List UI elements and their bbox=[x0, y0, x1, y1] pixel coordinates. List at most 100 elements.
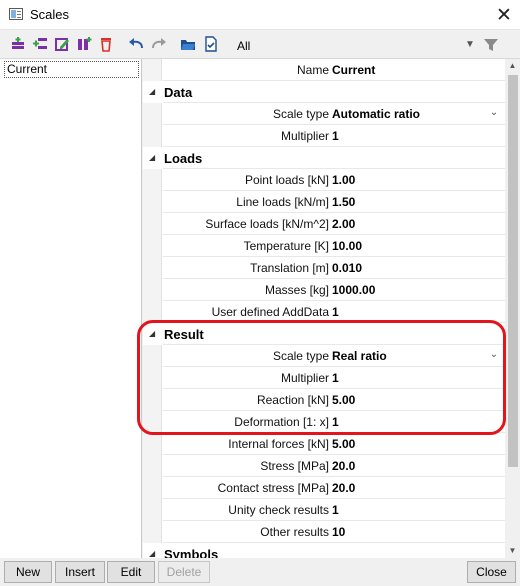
prop-value[interactable]: Real ratio bbox=[332, 349, 387, 363]
group-loads[interactable]: ◢ Loads bbox=[143, 147, 505, 169]
collapse-triangle-icon[interactable]: ◢ bbox=[149, 549, 155, 558]
prop-value[interactable]: 1 bbox=[332, 305, 339, 319]
prop-value[interactable]: 1000.00 bbox=[332, 283, 375, 297]
scales-list: Current bbox=[0, 59, 142, 558]
new-button[interactable]: New bbox=[4, 561, 52, 583]
prop-label: Reaction [kN] bbox=[256, 393, 329, 407]
prop-value[interactable]: 10.00 bbox=[332, 239, 362, 253]
prop-label: Scale type bbox=[272, 349, 329, 363]
filter-select-value[interactable]: All bbox=[237, 39, 250, 53]
toolbar: All ▼ bbox=[0, 31, 520, 59]
undo-icon[interactable] bbox=[128, 36, 144, 52]
prop-row-masses[interactable]: Masses [kg] 1000.00 bbox=[143, 279, 505, 301]
group-data[interactable]: ◢ Data bbox=[143, 81, 505, 103]
check-document-icon[interactable] bbox=[203, 36, 219, 52]
redo-icon[interactable] bbox=[151, 36, 167, 52]
prop-row-surface-loads[interactable]: Surface loads [kN/m^2] 2.00 bbox=[143, 213, 505, 235]
dropdown-chevron-icon[interactable]: ⌄ bbox=[487, 106, 501, 120]
insert-item-icon[interactable] bbox=[32, 36, 48, 52]
group-title: Loads bbox=[164, 151, 203, 166]
group-title: Data bbox=[164, 85, 193, 100]
property-grid-scrollbar[interactable]: ▲ ▼ bbox=[505, 59, 520, 558]
prop-label: Translation [m] bbox=[250, 261, 329, 275]
collapse-triangle-icon[interactable]: ◢ bbox=[149, 87, 155, 96]
prop-row-line-loads[interactable]: Line loads [kN/m] 1.50 bbox=[143, 191, 505, 213]
prop-label: Stress [MPa] bbox=[260, 459, 329, 473]
group-symbols[interactable]: ◢ Symbols bbox=[143, 543, 505, 558]
prop-label: Multiplier bbox=[280, 129, 329, 143]
prop-label: Other results bbox=[260, 525, 329, 539]
prop-label: Surface loads [kN/m^2] bbox=[205, 217, 329, 231]
prop-label: Line loads [kN/m] bbox=[236, 195, 329, 209]
filter-funnel-icon[interactable] bbox=[483, 37, 499, 53]
prop-label: Scale type bbox=[272, 107, 329, 121]
group-title: Symbols bbox=[164, 547, 219, 558]
prop-row-data-multiplier[interactable]: Multiplier 1 bbox=[143, 125, 505, 147]
prop-label: Multiplier bbox=[280, 371, 329, 385]
prop-row-user-adddata[interactable]: User defined AddData 1 bbox=[143, 301, 505, 323]
prop-row-temperature[interactable]: Temperature [K] 10.00 bbox=[143, 235, 505, 257]
window-title: Scales bbox=[30, 7, 70, 22]
new-item-icon[interactable] bbox=[10, 36, 26, 52]
prop-label: Point loads [kN] bbox=[244, 173, 329, 187]
property-grid: Name Current ◢ Data Scale type Automatic… bbox=[143, 59, 505, 558]
prop-label: Name bbox=[296, 63, 329, 77]
scroll-up-arrow-icon[interactable]: ▲ bbox=[505, 59, 520, 73]
group-result[interactable]: ◢ Result bbox=[143, 323, 505, 345]
prop-row-contact-stress[interactable]: Contact stress [MPa] 20.0 bbox=[143, 477, 505, 499]
prop-label: User defined AddData bbox=[211, 305, 329, 319]
prop-row-other-results[interactable]: Other results 10 bbox=[143, 521, 505, 543]
delete-item-icon[interactable] bbox=[98, 36, 114, 52]
prop-value[interactable]: 1.50 bbox=[332, 195, 355, 209]
prop-value[interactable]: 1 bbox=[332, 415, 339, 429]
prop-row-deformation[interactable]: Deformation [1: x] 1 bbox=[143, 411, 505, 433]
prop-value[interactable]: 5.00 bbox=[332, 437, 355, 451]
scrollbar-thumb[interactable] bbox=[508, 75, 518, 467]
prop-value[interactable]: 1 bbox=[332, 503, 339, 517]
prop-value[interactable]: 2.00 bbox=[332, 217, 355, 231]
prop-label: Unity check results bbox=[228, 503, 329, 517]
group-title: Result bbox=[164, 327, 204, 342]
open-folder-icon[interactable] bbox=[180, 36, 196, 52]
prop-row-result-scale-type[interactable]: Scale type Real ratio ⌄ bbox=[143, 345, 505, 367]
collapse-triangle-icon[interactable]: ◢ bbox=[149, 329, 155, 338]
prop-row-stress[interactable]: Stress [MPa] 20.0 bbox=[143, 455, 505, 477]
prop-row-data-scale-type[interactable]: Scale type Automatic ratio ⌄ bbox=[143, 103, 505, 125]
prop-value[interactable]: 20.0 bbox=[332, 459, 355, 473]
prop-value[interactable]: 1 bbox=[332, 371, 339, 385]
scroll-down-arrow-icon[interactable]: ▼ bbox=[505, 544, 520, 558]
prop-value[interactable]: 1 bbox=[332, 129, 339, 143]
prop-value[interactable]: 20.0 bbox=[332, 481, 355, 495]
close-window-button[interactable]: ✕ bbox=[488, 0, 520, 30]
prop-value[interactable]: 1.00 bbox=[332, 173, 355, 187]
prop-row-unity-check[interactable]: Unity check results 1 bbox=[143, 499, 505, 521]
bottom-button-bar: New Insert Edit Delete Close bbox=[0, 558, 520, 586]
copy-item-icon[interactable] bbox=[76, 36, 92, 52]
prop-value[interactable]: 5.00 bbox=[332, 393, 355, 407]
prop-value[interactable]: 0.010 bbox=[332, 261, 362, 275]
prop-label: Temperature [K] bbox=[243, 239, 329, 253]
prop-row-result-multiplier[interactable]: Multiplier 1 bbox=[143, 367, 505, 389]
prop-label: Contact stress [MPa] bbox=[217, 481, 329, 495]
prop-row-name[interactable]: Name Current bbox=[143, 59, 505, 81]
prop-label: Deformation [1: x] bbox=[234, 415, 329, 429]
prop-value[interactable]: Current bbox=[332, 63, 375, 77]
prop-label: Masses [kg] bbox=[264, 283, 329, 297]
prop-value[interactable]: Automatic ratio bbox=[332, 107, 420, 121]
filter-chevron-down-icon[interactable]: ▼ bbox=[465, 39, 475, 50]
collapse-triangle-icon[interactable]: ◢ bbox=[149, 153, 155, 162]
app-icon bbox=[9, 8, 23, 20]
list-item-current[interactable]: Current bbox=[4, 61, 139, 78]
prop-row-translation[interactable]: Translation [m] 0.010 bbox=[143, 257, 505, 279]
insert-button[interactable]: Insert bbox=[55, 561, 105, 583]
close-button[interactable]: Close bbox=[467, 561, 516, 583]
delete-button[interactable]: Delete bbox=[158, 561, 210, 583]
prop-row-internal-forces[interactable]: Internal forces [kN] 5.00 bbox=[143, 433, 505, 455]
prop-row-point-loads[interactable]: Point loads [kN] 1.00 bbox=[143, 169, 505, 191]
edit-button[interactable]: Edit bbox=[107, 561, 155, 583]
dropdown-chevron-icon[interactable]: ⌄ bbox=[487, 348, 501, 362]
prop-row-reaction[interactable]: Reaction [kN] 5.00 bbox=[143, 389, 505, 411]
prop-value[interactable]: 10 bbox=[332, 525, 345, 539]
prop-label: Internal forces [kN] bbox=[228, 437, 329, 451]
edit-item-icon[interactable] bbox=[54, 36, 70, 52]
